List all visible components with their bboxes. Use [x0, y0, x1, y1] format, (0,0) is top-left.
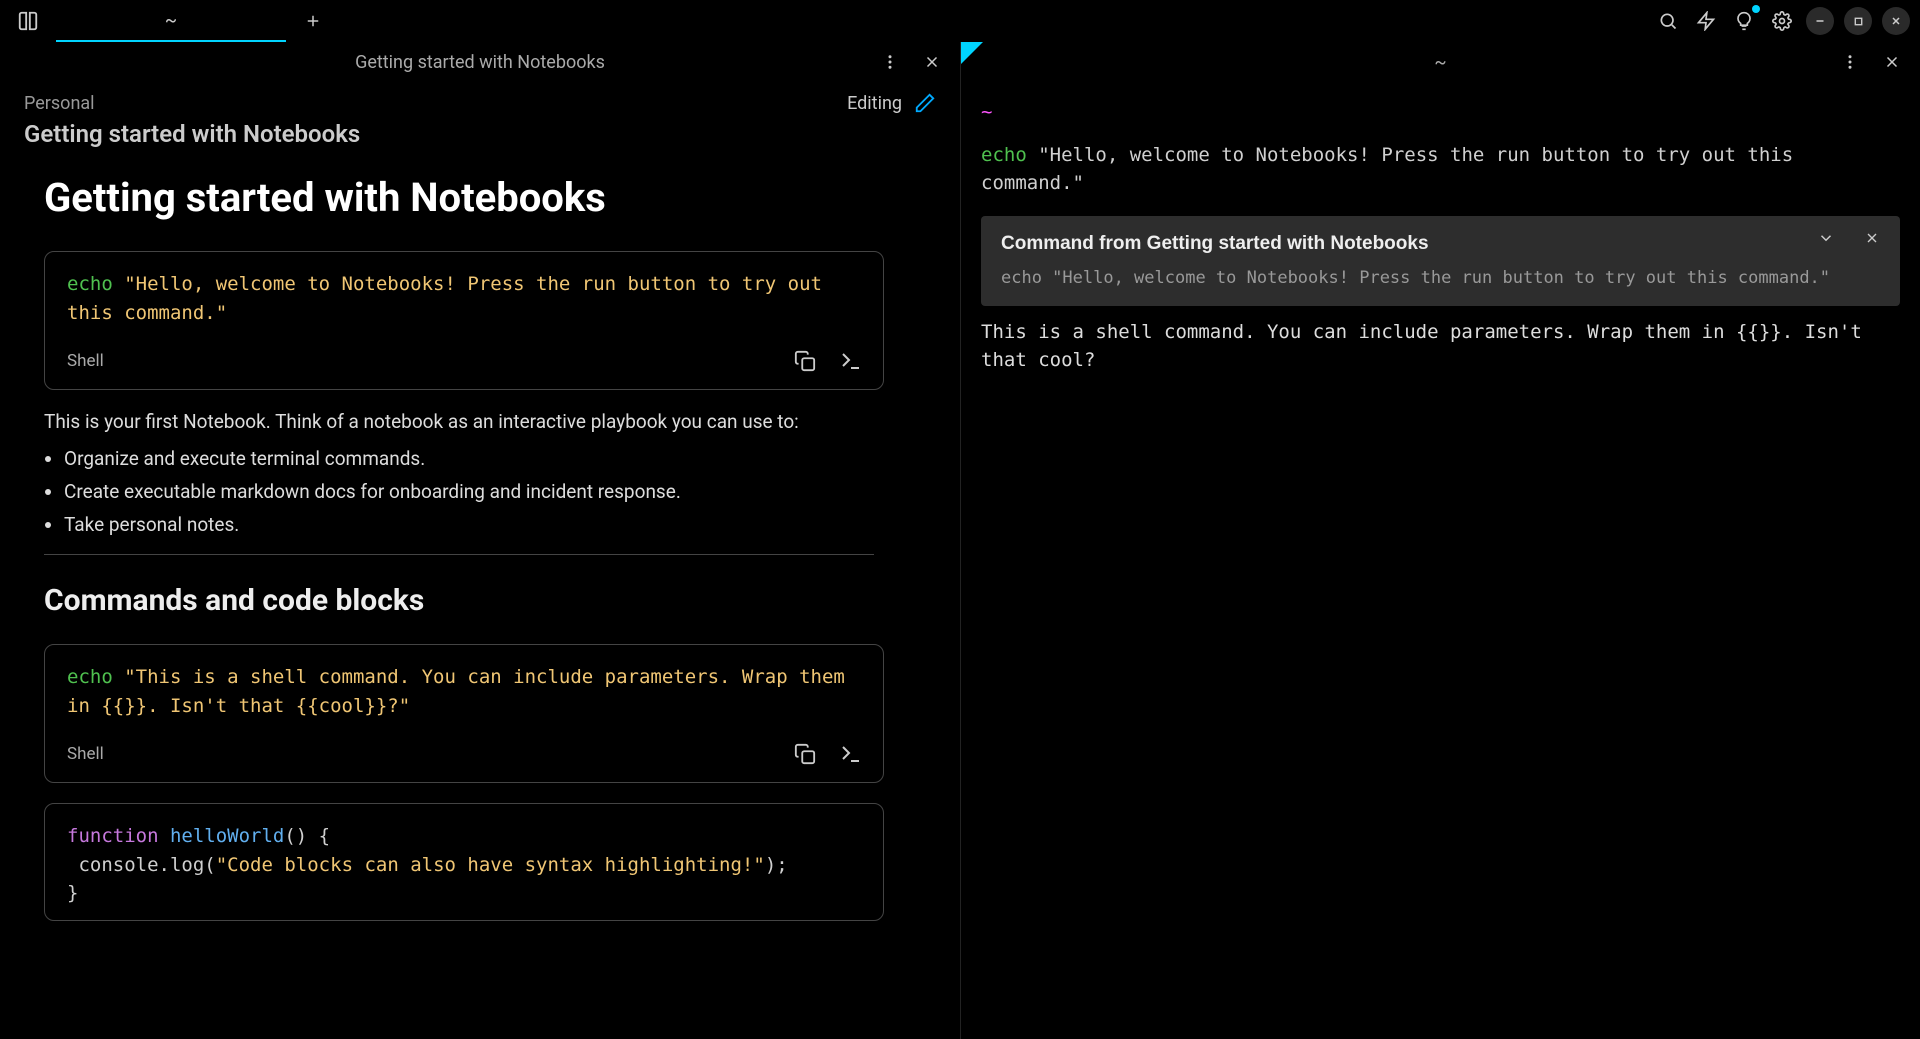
list-item: Take personal notes.	[64, 513, 936, 536]
code-block-1: echo "Hello, welcome to Notebooks! Press…	[44, 251, 884, 390]
code-footer: Shell	[45, 732, 883, 782]
command-card: Command from Getting started with Notebo…	[981, 216, 1900, 306]
close-icon[interactable]	[1878, 48, 1906, 76]
right-pane-title: ~	[1434, 52, 1446, 73]
breadcrumb[interactable]: Personal	[24, 93, 95, 114]
workspace: Getting started with Notebooks Personal …	[0, 42, 1920, 1039]
code-lang-label: Shell	[67, 351, 104, 371]
code-body[interactable]: function helloWorld() { console.log("Cod…	[45, 804, 883, 920]
bullet-list: Organize and execute terminal commands. …	[64, 447, 936, 536]
left-pane-header: Getting started with Notebooks	[0, 42, 960, 82]
search-icon[interactable]	[1654, 7, 1682, 35]
more-icon[interactable]	[1836, 48, 1864, 76]
code-block-3: function helloWorld() { console.log("Cod…	[44, 803, 884, 921]
code-body[interactable]: echo "Hello, welcome to Notebooks! Press…	[45, 252, 883, 339]
command-card-code: echo "Hello, welcome to Notebooks! Press…	[1001, 266, 1852, 292]
tab-active[interactable]: ~	[56, 0, 286, 42]
run-icon[interactable]	[837, 740, 865, 768]
list-item: Create executable markdown docs for onbo…	[64, 480, 936, 503]
right-pane-header: ~	[961, 42, 1920, 82]
close-icon[interactable]	[1858, 224, 1886, 252]
lightbulb-icon[interactable]	[1730, 7, 1758, 35]
top-bar: ~	[0, 0, 1920, 42]
intro-paragraph: This is your first Notebook. Think of a …	[44, 410, 936, 433]
terminal[interactable]: ~ echo "Hello, welcome to Notebooks! Pre…	[961, 82, 1920, 395]
notebook-icon[interactable]	[10, 0, 46, 42]
notification-dot	[1752, 5, 1760, 13]
new-tab-button[interactable]	[286, 0, 340, 42]
code-footer: Shell	[45, 339, 883, 389]
left-pane-title: Getting started with Notebooks	[355, 52, 605, 73]
right-pane: ~ ~ echo "Hello, welcome to Notebooks! P…	[960, 42, 1920, 1039]
editing-label: Editing	[847, 93, 902, 114]
breadcrumb-row: Personal Editing	[24, 92, 936, 114]
terminal-line: echo "Hello, welcome to Notebooks! Press…	[981, 141, 1900, 198]
doc-title-small: Getting started with Notebooks	[24, 120, 936, 148]
settings-icon[interactable]	[1768, 7, 1796, 35]
window-maximize-button[interactable]	[1844, 7, 1872, 35]
code-lang-label: Shell	[67, 744, 104, 764]
window-close-button[interactable]	[1882, 7, 1910, 35]
copy-icon[interactable]	[791, 347, 819, 375]
run-icon[interactable]	[837, 347, 865, 375]
chevron-down-icon[interactable]	[1812, 224, 1840, 252]
divider	[44, 554, 874, 555]
doc-heading-2: Commands and code blocks	[44, 583, 936, 618]
bolt-icon[interactable]	[1692, 7, 1720, 35]
notebook-body: Personal Editing Getting started with No…	[0, 82, 960, 1039]
window-minimize-button[interactable]	[1806, 7, 1834, 35]
code-block-2: echo "This is a shell command. You can i…	[44, 644, 884, 783]
close-icon[interactable]	[918, 48, 946, 76]
code-body[interactable]: echo "This is a shell command. You can i…	[45, 645, 883, 732]
prompt: ~	[981, 98, 1900, 127]
top-bar-right	[1654, 7, 1910, 35]
left-pane: Getting started with Notebooks Personal …	[0, 42, 960, 1039]
doc-heading-1: Getting started with Notebooks	[44, 174, 936, 221]
terminal-output: This is a shell command. You can include…	[981, 318, 1900, 375]
top-bar-left: ~	[10, 0, 340, 42]
tab-label: ~	[165, 10, 177, 31]
pencil-icon	[914, 92, 936, 114]
editing-toggle[interactable]: Editing	[847, 92, 936, 114]
more-icon[interactable]	[876, 48, 904, 76]
list-item: Organize and execute terminal commands.	[64, 447, 936, 470]
command-card-title: Command from Getting started with Notebo…	[1001, 230, 1852, 259]
copy-icon[interactable]	[791, 740, 819, 768]
